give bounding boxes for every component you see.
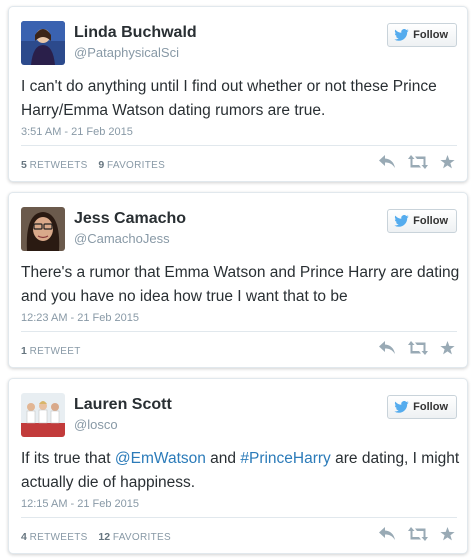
favorite-count[interactable]: 12 bbox=[98, 531, 110, 543]
divider bbox=[21, 517, 457, 518]
twitter-bird-icon bbox=[394, 29, 409, 41]
favorite-count[interactable]: 9 bbox=[98, 159, 104, 171]
follow-label: Follow bbox=[413, 215, 448, 227]
tweet-stats: 4 RETWEETS 12 FAVORITES bbox=[21, 531, 179, 543]
display-name[interactable]: Linda Buchwald bbox=[74, 24, 197, 42]
avatar[interactable] bbox=[21, 393, 65, 437]
tweet-stats: 5 RETWEETS 9 FAVORITES bbox=[21, 159, 173, 171]
tweet-timestamp[interactable]: 12:15 AM - 21 Feb 2015 bbox=[21, 498, 139, 510]
retweet-icon[interactable] bbox=[408, 341, 428, 355]
retweet-icon[interactable] bbox=[408, 155, 428, 169]
avatar[interactable] bbox=[21, 21, 65, 65]
twitter-bird-icon bbox=[394, 215, 409, 227]
tweet-actions bbox=[379, 341, 455, 355]
tweet-timestamp[interactable]: 3:51 AM - 21 Feb 2015 bbox=[21, 126, 133, 138]
tweet-feed: Linda Buchwald @PataphysicalSci Follow I… bbox=[0, 0, 476, 560]
tweet-timestamp[interactable]: 12:23 AM - 21 Feb 2015 bbox=[21, 312, 139, 324]
retweet-count[interactable]: 4 bbox=[21, 531, 27, 543]
twitter-bird-icon bbox=[394, 401, 409, 413]
tweet-text: There's a rumor that Emma Watson and Pri… bbox=[21, 264, 460, 305]
follow-button[interactable]: Follow bbox=[387, 209, 457, 233]
favorite-label: FAVORITES bbox=[107, 160, 166, 171]
favorite-star-icon[interactable] bbox=[440, 527, 455, 541]
reply-icon[interactable] bbox=[379, 155, 396, 169]
retweet-label: RETWEETS bbox=[29, 532, 88, 543]
user-handle[interactable]: @CamachoJess bbox=[74, 231, 170, 246]
reply-icon[interactable] bbox=[379, 341, 396, 355]
follow-label: Follow bbox=[413, 401, 448, 413]
divider bbox=[21, 145, 457, 146]
retweet-count[interactable]: 1 bbox=[21, 345, 27, 357]
follow-button[interactable]: Follow bbox=[387, 23, 457, 47]
user-handle[interactable]: @losco bbox=[74, 417, 118, 432]
retweet-label: RETWEETS bbox=[29, 160, 88, 171]
tweet-actions bbox=[379, 527, 455, 541]
mention-link[interactable]: @EmWatson bbox=[115, 450, 206, 467]
display-name[interactable]: Lauren Scott bbox=[74, 396, 172, 414]
favorite-label: FAVORITES bbox=[112, 532, 171, 543]
text-segment: If its true that bbox=[21, 450, 115, 467]
retweet-icon[interactable] bbox=[408, 527, 428, 541]
tweet-actions bbox=[379, 155, 455, 169]
favorite-star-icon[interactable] bbox=[440, 341, 455, 355]
favorite-star-icon[interactable] bbox=[440, 155, 455, 169]
follow-button[interactable]: Follow bbox=[387, 395, 457, 419]
follow-label: Follow bbox=[413, 29, 448, 41]
user-handle[interactable]: @PataphysicalSci bbox=[74, 45, 179, 60]
reply-icon[interactable] bbox=[379, 527, 396, 541]
tweet-text: If its true that @EmWatson and #PrinceHa… bbox=[21, 447, 461, 495]
divider bbox=[21, 331, 457, 332]
tweet-card: Linda Buchwald @PataphysicalSci Follow I… bbox=[8, 6, 468, 182]
hashtag-link[interactable]: #PrinceHarry bbox=[240, 450, 330, 467]
tweet-card: Jess Camacho @CamachoJess Follow There's… bbox=[8, 192, 468, 368]
display-name[interactable]: Jess Camacho bbox=[74, 210, 186, 228]
retweet-label: RETWEET bbox=[29, 346, 81, 357]
avatar[interactable] bbox=[21, 207, 65, 251]
text-segment: and bbox=[205, 450, 241, 467]
retweet-count[interactable]: 5 bbox=[21, 159, 27, 171]
tweet-stats: 1 RETWEET bbox=[21, 345, 89, 357]
tweet-card: Lauren Scott @losco Follow If its true t… bbox=[8, 378, 468, 554]
tweet-text: I can't do anything until I find out whe… bbox=[21, 78, 437, 119]
